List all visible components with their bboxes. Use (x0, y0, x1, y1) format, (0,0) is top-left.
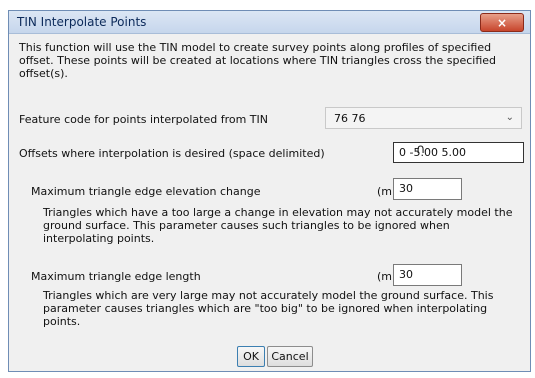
max-edge-length-label: Maximum triangle edge length (31, 270, 201, 283)
max-elevation-change-input[interactable]: 30 (393, 178, 462, 200)
intro-text: This function will use the TIN model to … (19, 41, 497, 80)
offsets-label: Offsets where interpolation is desired (… (19, 147, 325, 160)
max-elevation-change-description: Triangles which have a too large a chang… (43, 206, 513, 245)
cancel-button[interactable]: Cancel (267, 346, 313, 367)
close-icon: × (496, 15, 508, 30)
tin-interpolate-dialog: TIN Interpolate Points × This function w… (8, 10, 531, 372)
feature-code-label: Feature code for points interpolated fro… (19, 113, 268, 126)
feature-code-select[interactable]: 76 76 ⌄ (325, 107, 522, 129)
dialog-title: TIN Interpolate Points (17, 15, 147, 29)
text-cursor-icon: ∩ (416, 142, 426, 157)
offsets-input[interactable]: 0 -5.00 5.00 (393, 142, 524, 163)
title-bar: TIN Interpolate Points × (9, 11, 530, 34)
chevron-down-icon: ⌄ (505, 112, 514, 123)
ok-button[interactable]: OK (237, 346, 265, 367)
max-elevation-change-label: Maximum triangle edge elevation change (31, 185, 261, 198)
feature-code-value: 76 76 (334, 112, 366, 125)
max-edge-length-description: Triangles which are very large may not a… (43, 289, 494, 328)
max-edge-length-input[interactable]: 30 (393, 264, 462, 286)
close-button[interactable]: × (480, 13, 524, 32)
